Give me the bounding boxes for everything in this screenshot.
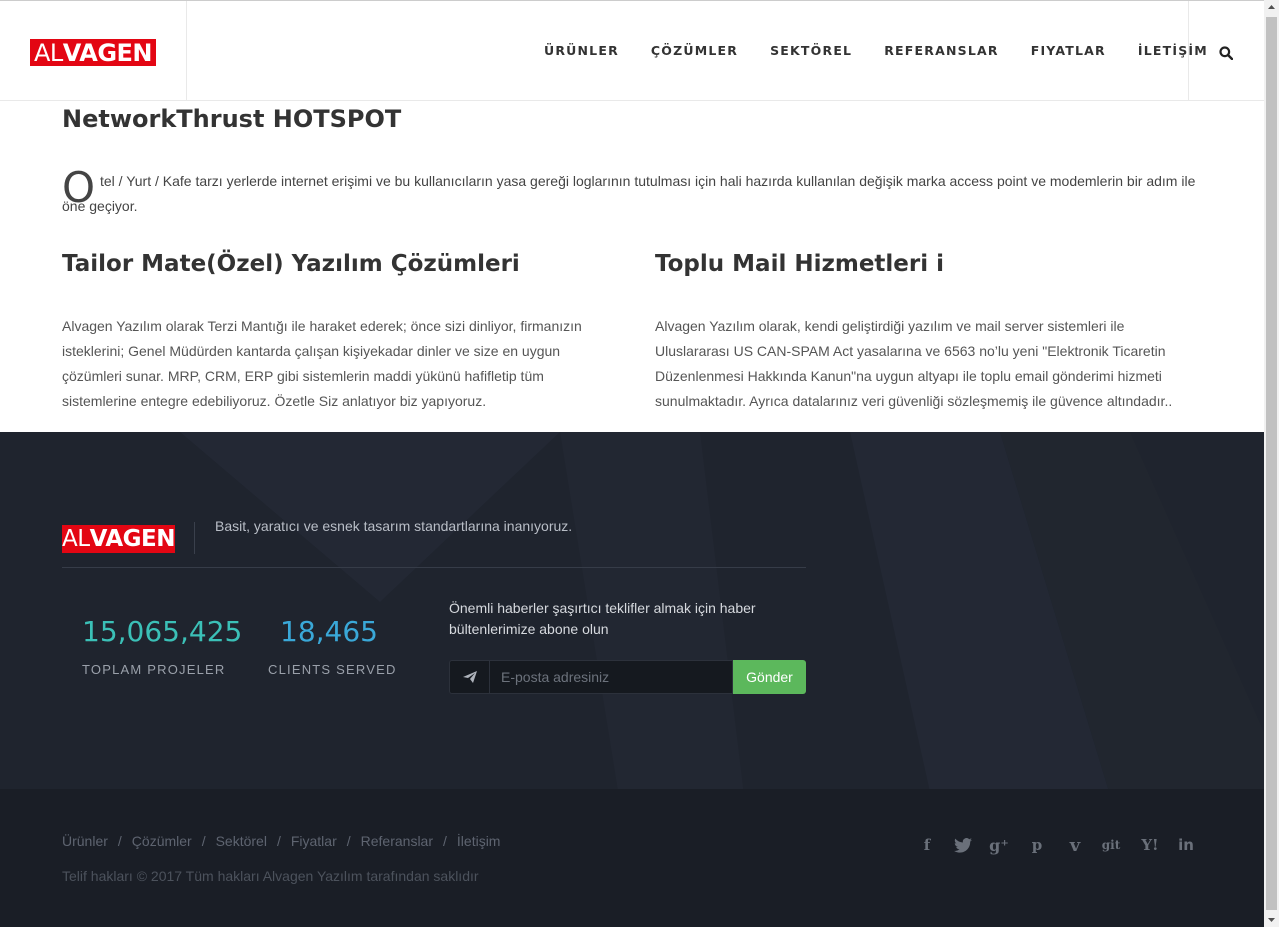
link-separator: /	[201, 833, 206, 849]
text-line: Düzenlenmesi Hakkında Kanun"na uygun alt…	[655, 368, 1162, 384]
footer-link-cozumler[interactable]: Çözümler	[132, 833, 192, 849]
divider	[194, 522, 195, 554]
text-line: isteklerini; Genel Müdürden kantarda çal…	[62, 343, 561, 359]
footer-logo[interactable]: AL VAGEN	[62, 525, 175, 553]
facebook-icon[interactable]: f	[917, 836, 937, 854]
link-separator: /	[276, 833, 281, 849]
footer-tagline: Basit, yaratıcı ve esnek tasarım standar…	[215, 518, 573, 534]
section-title-bulk-mail: Toplu Mail Hizmetleri i	[655, 251, 945, 277]
git-icon[interactable]: git	[1101, 836, 1121, 854]
link-separator: /	[117, 833, 122, 849]
newsletter-submit-button[interactable]: Gönder	[733, 660, 806, 694]
copyright-text: Telif hakları © 2017 Tüm hakları Alvagen…	[62, 868, 479, 884]
stat-clients-served-label: CLIENTS SERVED	[268, 662, 397, 677]
yahoo-icon[interactable]: Y!	[1139, 836, 1161, 854]
site-header: AL VAGEN ÜRÜNLER ÇÖZÜMLER SEKTÖREL REFERA…	[0, 0, 1264, 101]
twitter-icon[interactable]	[953, 836, 973, 854]
newsletter-description: Önemli haberler şaşırtıcı teklifler alma…	[449, 600, 756, 637]
section-title-custom-software: Tailor Mate(Özel) Yazılım Çözümleri	[62, 251, 520, 277]
site-footer: AL VAGEN Basit, yaratıcı ve esnek tasarım…	[0, 432, 1264, 927]
stat-total-projects-value: 15,065,425	[82, 615, 243, 648]
stat-total-projects-label: TOPLAM PROJELER	[82, 662, 226, 677]
text-line: Alvagen Yazılım olarak Terzi Mantığı ile…	[62, 318, 582, 334]
text-line: sunulmaktadır. Ayrıca datalarınız veri g…	[655, 393, 1173, 409]
newsletter-email-input[interactable]	[489, 660, 733, 694]
site-logo[interactable]: AL VAGEN	[30, 39, 156, 66]
logo-container: AL VAGEN	[0, 1, 187, 101]
link-separator: /	[346, 833, 351, 849]
footer-bottom-bar	[0, 789, 1264, 927]
nav-item-referanslar[interactable]: REFERANSLAR	[884, 43, 998, 58]
pinterest-icon[interactable]: p	[1027, 836, 1047, 854]
text-line: çözümleri sunar. MRP, CRM, ERP gibi sist…	[62, 368, 544, 384]
stat-clients-served-value: 18,465	[280, 615, 378, 648]
linkedin-icon[interactable]: in	[1176, 836, 1196, 854]
section-text-custom-software: Alvagen Yazılım olarak Terzi Mantığı ile…	[62, 314, 617, 414]
nav-item-sektorel[interactable]: SEKTÖREL	[770, 43, 852, 58]
intro-paragraph: tel / Yurt / Kafe tarzı yerlerde interne…	[62, 169, 1200, 219]
intro-text: tel / Yurt / Kafe tarzı yerlerde interne…	[100, 173, 1196, 189]
scroll-down-arrow-icon[interactable]	[1264, 912, 1279, 927]
scrollbar-thumb[interactable]	[1266, 17, 1277, 910]
footer-links: Ürünler / Çözümler / Sektörel / Fiyatlar…	[62, 833, 500, 849]
footer-link-urunler[interactable]: Ürünler	[62, 833, 108, 849]
text-line: Uluslararası US CAN-SPAM Act yasalarına …	[655, 343, 1166, 359]
scroll-up-arrow-icon[interactable]	[1264, 0, 1279, 15]
nav-item-urunler[interactable]: ÜRÜNLER	[544, 43, 619, 58]
main-nav: ÜRÜNLER ÇÖZÜMLER SEKTÖREL REFERANSLAR FI…	[528, 43, 1224, 58]
nav-item-fiyatlar[interactable]: FIYATLAR	[1031, 43, 1106, 58]
search-icon[interactable]	[1219, 46, 1233, 60]
link-separator: /	[443, 833, 447, 849]
footer-link-iletisim[interactable]: İletişim	[457, 833, 501, 849]
google-plus-icon[interactable]: g⁺	[989, 836, 1009, 855]
text-line: Alvagen Yazılım olarak, kendi geliştirdi…	[655, 318, 1125, 334]
vertical-scrollbar[interactable]	[1264, 0, 1279, 927]
text-line: sistemlerine entegre edebiliyoruz. Özetl…	[62, 393, 487, 409]
nav-item-cozumler[interactable]: ÇÖZÜMLER	[651, 43, 738, 58]
section-text-bulk-mail: Alvagen Yazılım olarak, kendi geliştirdi…	[655, 314, 1210, 414]
vimeo-icon[interactable]: v	[1065, 835, 1085, 856]
page-title: NetworkThrust HOTSPOT	[62, 105, 402, 133]
intro-text-continued: öne geçiyor.	[62, 198, 138, 214]
divider	[62, 567, 806, 568]
footer-link-referanslar[interactable]: Referanslar	[361, 833, 433, 849]
paper-plane-icon	[449, 660, 489, 694]
footer-link-sektorel[interactable]: Sektörel	[216, 833, 267, 849]
footer-link-fiyatlar[interactable]: Fiyatlar	[291, 833, 337, 849]
newsletter-form: Gönder	[449, 660, 806, 694]
